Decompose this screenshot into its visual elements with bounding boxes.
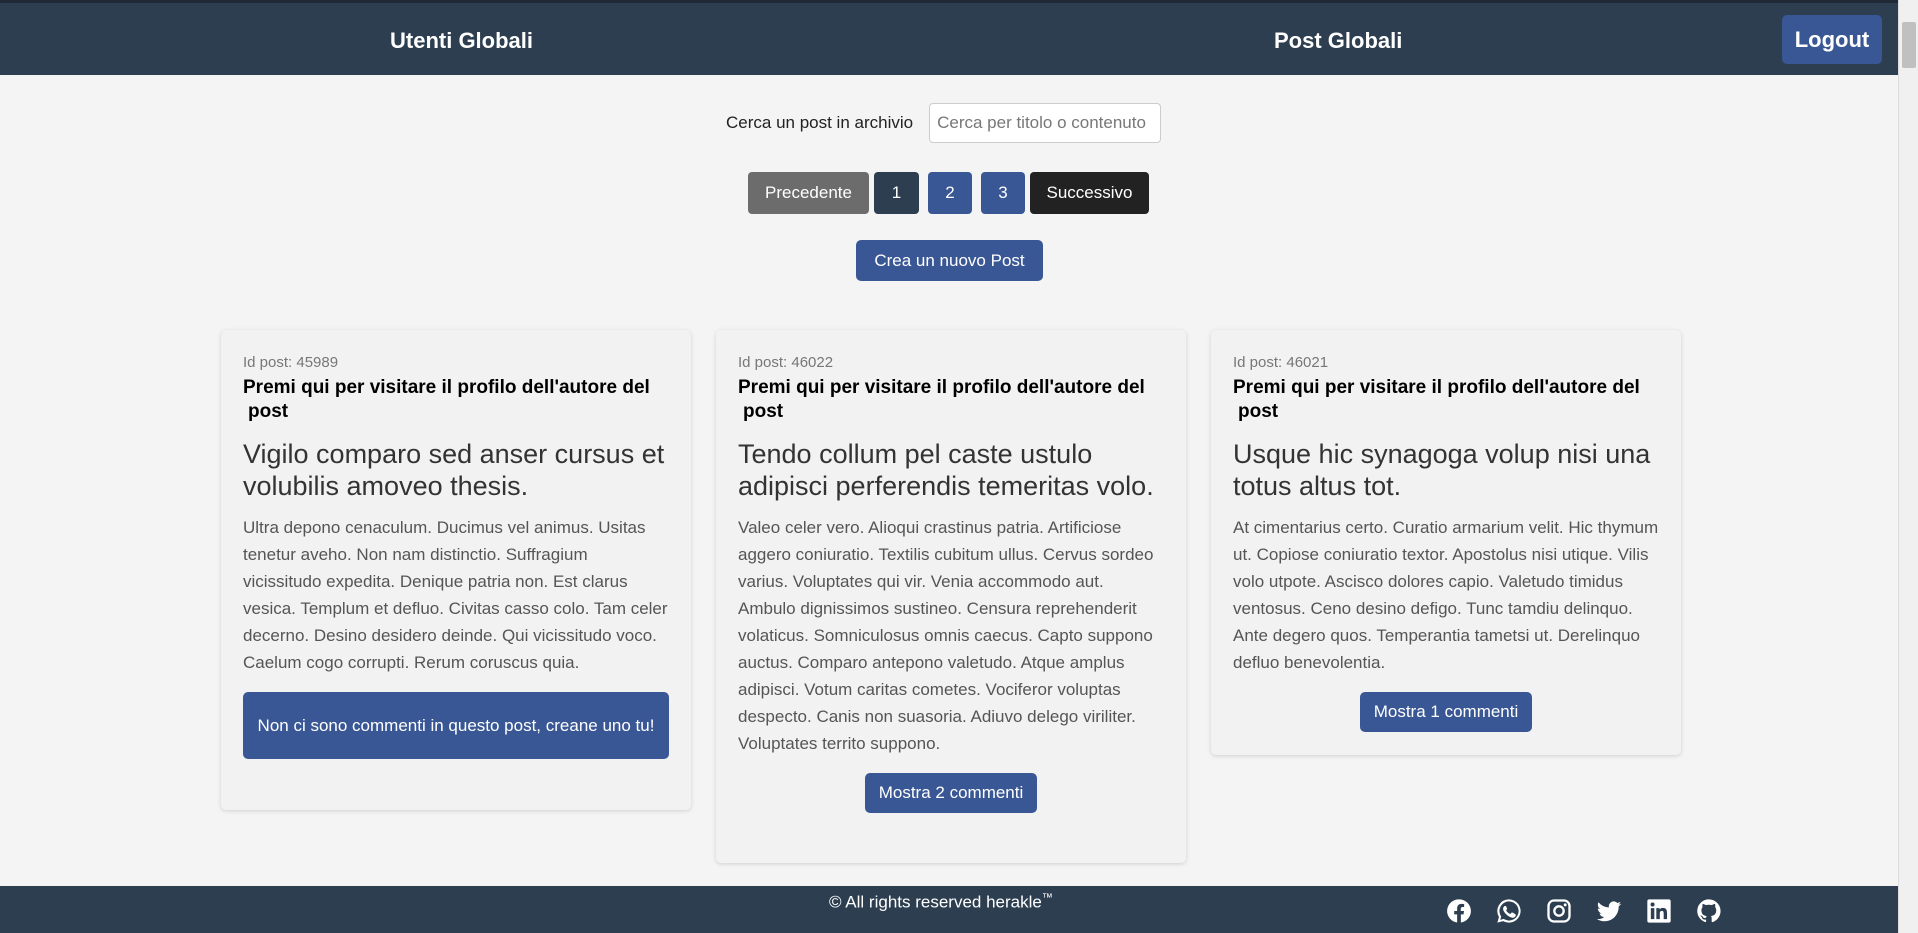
pagination-next-button[interactable]: Successivo bbox=[1030, 172, 1149, 214]
post-id: Id post: 46022 bbox=[738, 354, 834, 371]
pagination-page-1-button[interactable]: 1 bbox=[874, 172, 919, 214]
post-title: Tendo collum pel caste ustulo adipisci p… bbox=[738, 439, 1154, 501]
create-post-button[interactable]: Crea un nuovo Post bbox=[856, 240, 1043, 281]
logout-button[interactable]: Logout bbox=[1782, 15, 1882, 64]
author-profile-link[interactable]: Premi qui per visitare il profilo dell'a… bbox=[738, 376, 1164, 424]
post-id: Id post: 45989 bbox=[243, 354, 339, 371]
twitter-icon[interactable] bbox=[1595, 897, 1623, 925]
nav-link-global-posts[interactable]: Post Globali bbox=[1274, 28, 1402, 54]
search-section: Cerca un post in archivio bbox=[726, 103, 1162, 143]
pagination-page-2-button[interactable]: 2 bbox=[928, 172, 972, 214]
social-links bbox=[1445, 897, 1723, 925]
post-body: Ultra depono cenaculum. Ducimus vel anim… bbox=[243, 518, 668, 672]
create-comment-button[interactable]: Non ci sono commenti in questo post, cre… bbox=[243, 692, 669, 759]
search-label: Cerca un post in archivio bbox=[726, 113, 914, 132]
show-comments-button[interactable]: Mostra 2 commenti bbox=[864, 773, 1038, 813]
post-title: Usque hic synagoga volup nisi una totus … bbox=[1233, 439, 1651, 501]
nav-link-global-users[interactable]: Utenti Globali bbox=[390, 28, 533, 54]
post-card: Id post: 46022 Premi qui per visitare il… bbox=[716, 330, 1186, 863]
linkedin-icon[interactable] bbox=[1645, 897, 1673, 925]
facebook-icon[interactable] bbox=[1445, 897, 1473, 925]
pagination-page-3-button[interactable]: 3 bbox=[981, 172, 1025, 214]
trademark-symbol: ™ bbox=[1041, 892, 1053, 904]
author-profile-link[interactable]: Premi qui per visitare il profilo dell'a… bbox=[243, 376, 669, 424]
scrollbar-thumb[interactable] bbox=[1902, 22, 1916, 68]
post-title: Vigilo comparo sed anser cursus et volub… bbox=[243, 439, 665, 501]
top-navbar: Utenti Globali Post Globali Logout bbox=[0, 0, 1898, 75]
author-profile-link[interactable]: Premi qui per visitare il profilo dell'a… bbox=[1233, 376, 1659, 424]
show-comments-button[interactable]: Mostra 1 commenti bbox=[1359, 692, 1533, 732]
github-icon[interactable] bbox=[1695, 897, 1723, 925]
page-scrollbar[interactable] bbox=[1898, 0, 1918, 933]
instagram-icon[interactable] bbox=[1545, 897, 1573, 925]
copyright-text: © All rights reserved herakle™ bbox=[829, 892, 1053, 913]
post-card: Id post: 46021 Premi qui per visitare il… bbox=[1211, 330, 1681, 755]
copyright-label: © All rights reserved herakle bbox=[829, 892, 1042, 912]
post-card: Id post: 45989 Premi qui per visitare il… bbox=[221, 330, 691, 810]
search-input[interactable] bbox=[929, 103, 1162, 143]
post-body: Valeo celer vero. Alioqui crastinus patr… bbox=[738, 518, 1154, 753]
page-footer: © All rights reserved herakle™ bbox=[0, 886, 1898, 933]
whatsapp-icon[interactable] bbox=[1495, 897, 1523, 925]
pagination-previous-button[interactable]: Precedente bbox=[748, 172, 869, 214]
post-body: At cimentarius certo. Curatio armarium v… bbox=[1233, 518, 1659, 672]
pagination: Precedente 1 2 3 Successivo bbox=[748, 172, 1149, 214]
post-id: Id post: 46021 bbox=[1233, 354, 1329, 371]
